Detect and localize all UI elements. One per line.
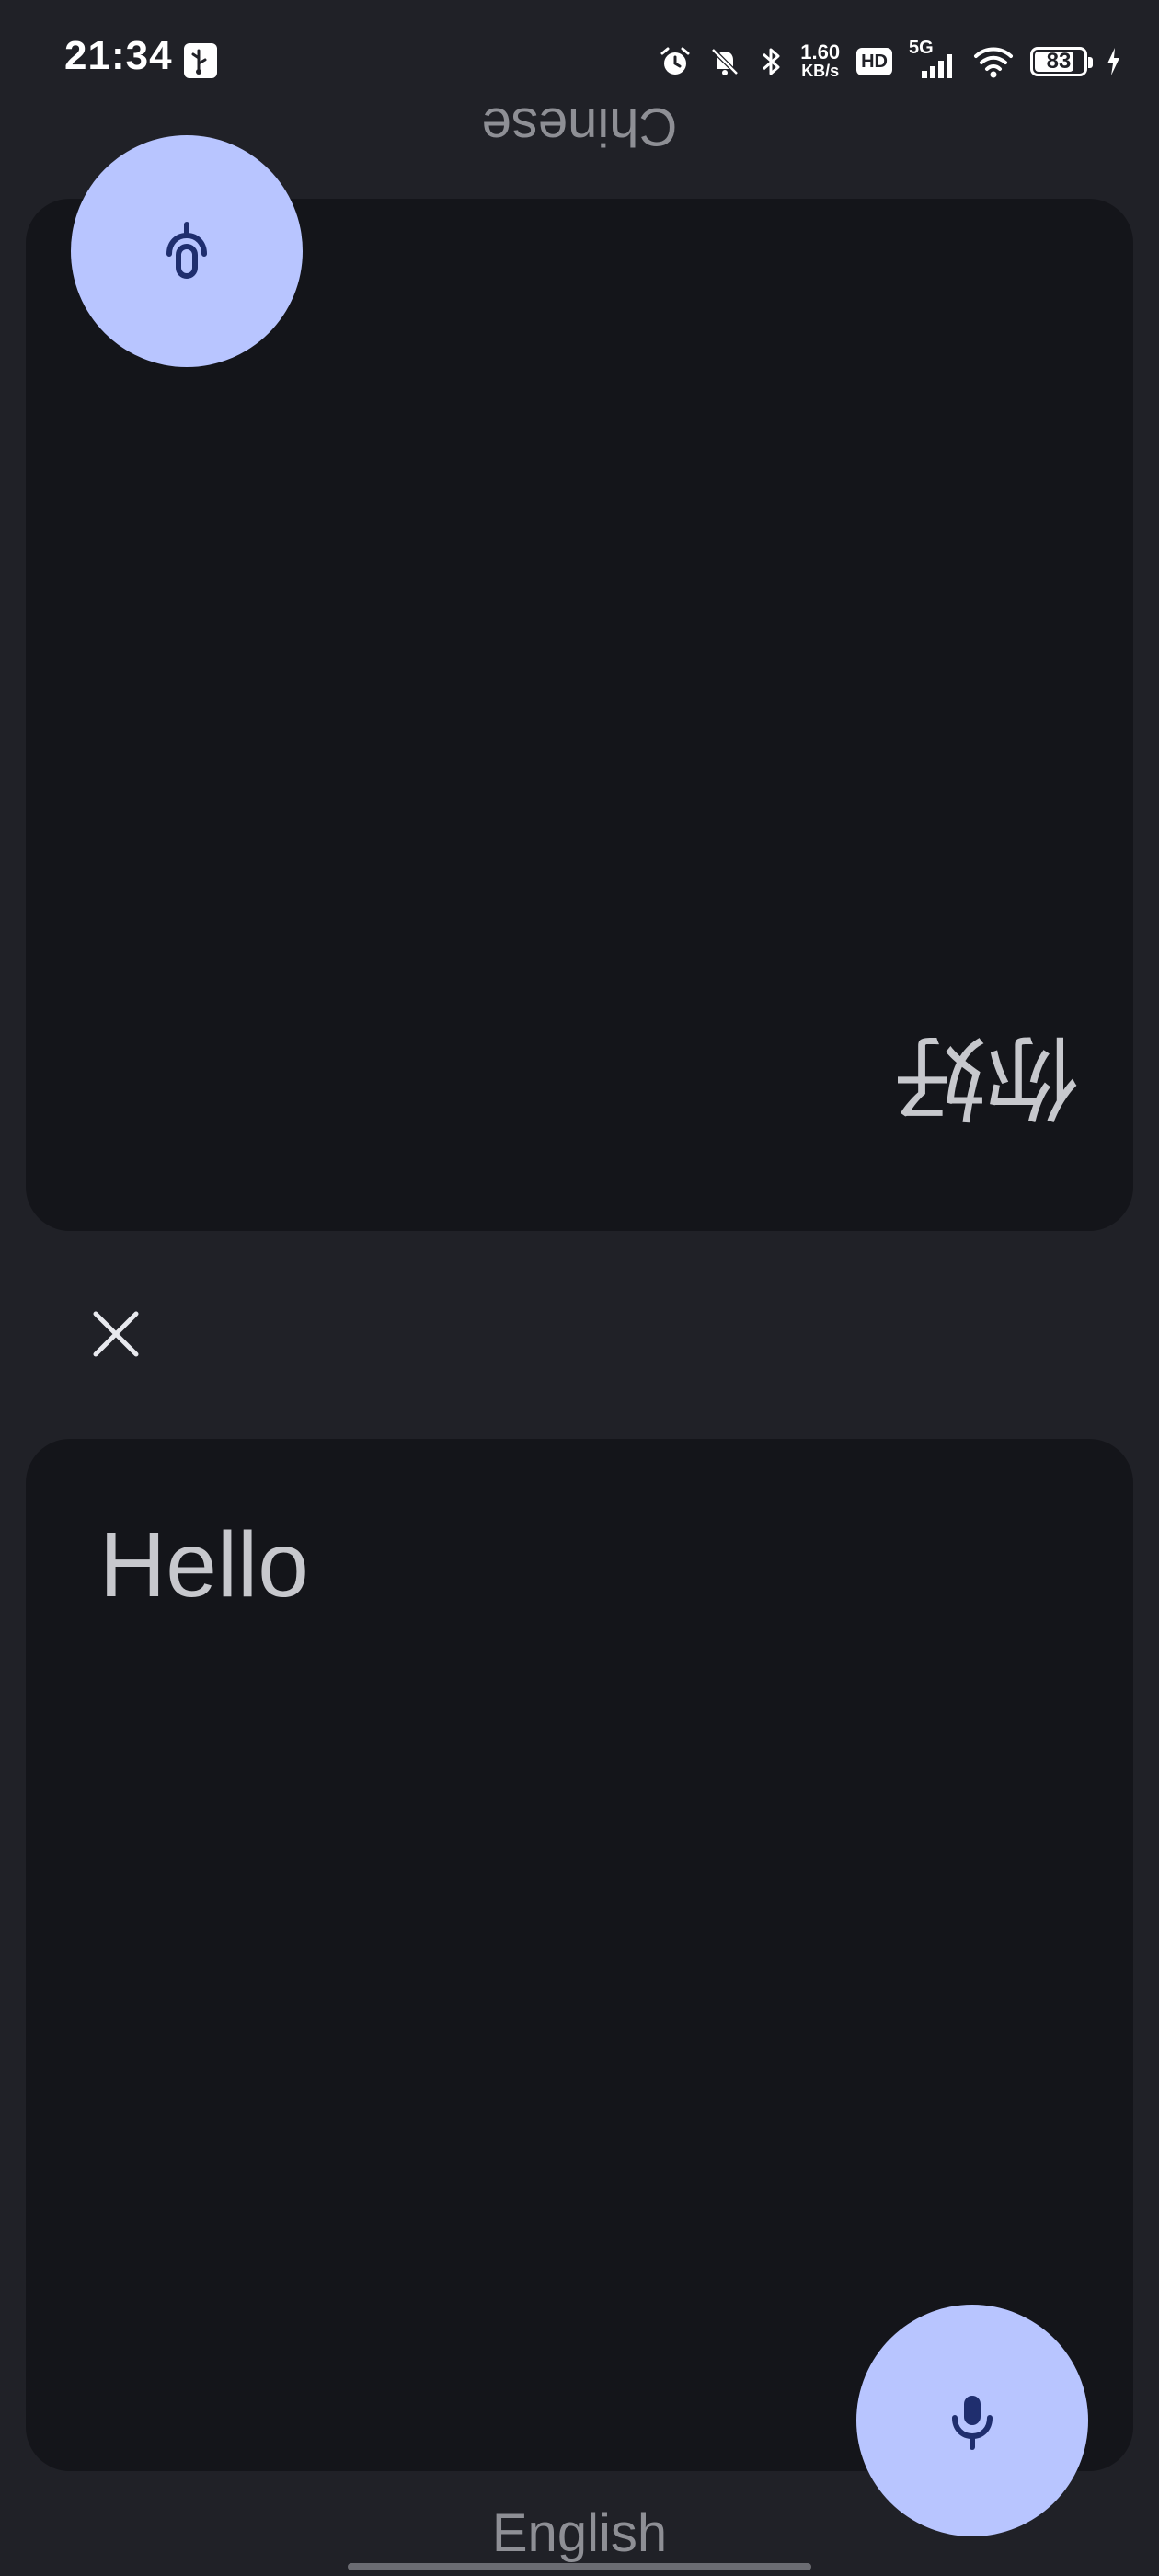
battery-level: 83 [1046, 49, 1072, 74]
usb-debug-icon [184, 43, 217, 78]
alarm-icon [660, 47, 690, 75]
signal-icon: 5G [909, 38, 957, 82]
bottom-language-label[interactable]: English [0, 2502, 1159, 2564]
charging-icon [1107, 48, 1119, 75]
bell-muted-icon [711, 48, 740, 75]
status-time: 21:34 [64, 33, 173, 78]
network-speed-value: 1.60 [800, 40, 841, 63]
bluetooth-icon [763, 48, 780, 75]
wifi-icon [974, 47, 1013, 78]
network-speed-unit: KB/s [801, 62, 840, 80]
top-translated-text: 你好 [894, 1023, 1078, 1131]
network-speed: 1.60 KB/s [800, 40, 841, 81]
microphone-icon [952, 2396, 993, 2450]
clear-button[interactable] [79, 1297, 153, 1371]
home-indicator[interactable] [348, 2563, 811, 2570]
top-mic-button[interactable] [71, 135, 303, 367]
bottom-input-text: Hello [99, 1513, 309, 1616]
hd-badge: HD [856, 48, 892, 75]
status-icons: 1.60 KB/s HD 5G 83 [659, 38, 1122, 85]
microphone-icon [166, 222, 207, 279]
close-icon [93, 1311, 139, 1357]
battery-icon: 83 [1030, 47, 1093, 76]
